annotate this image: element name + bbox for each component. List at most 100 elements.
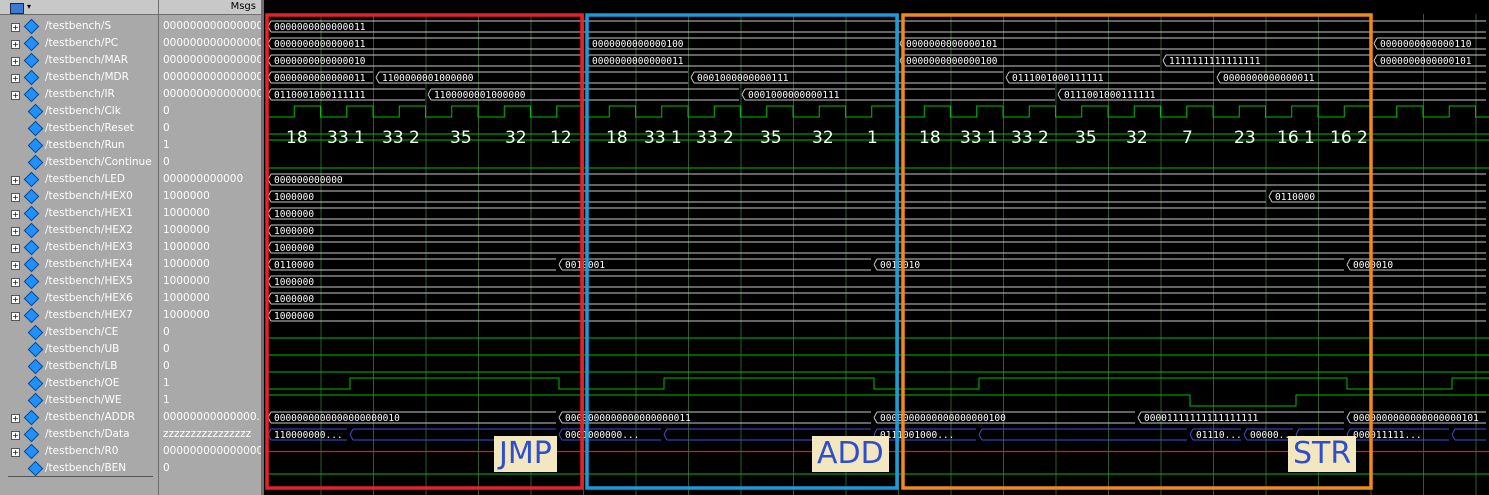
expand-icon[interactable]: + [11, 414, 20, 423]
jmp-state-label: 12 [550, 128, 572, 148]
signal-value: 0 [163, 462, 170, 474]
signal-name: /testbench/LB [45, 360, 118, 372]
expand-icon[interactable]: + [11, 431, 20, 440]
signal-value: 1 [163, 394, 170, 406]
expand-icon[interactable]: + [11, 227, 20, 236]
signal-row[interactable]: + /testbench/HEX7 [0, 307, 158, 324]
waveform-canvas[interactable]: 0000000000000011 0000000000000011 00000000… [264, 0, 1489, 495]
signal-value: 0000000000000000 [163, 20, 263, 32]
signal-icon [23, 256, 40, 273]
expand-icon[interactable]: + [11, 448, 20, 457]
bus-value: 0000000000000011 [1223, 73, 1315, 84]
expand-icon[interactable]: + [11, 261, 20, 270]
bus-value: 00001111111111111111 [1144, 413, 1259, 424]
bus-transition [558, 411, 563, 424]
signal-name: /testbench/OE [45, 377, 120, 389]
signal-name-pane: ▾ + /testbench/S + /testbench/PC + /testbench… [0, 0, 158, 495]
bus-value: 0110000 [1275, 192, 1315, 203]
signal-row[interactable]: /testbench/UB [0, 341, 158, 358]
signal-row[interactable]: + /testbench/HEX3 [0, 239, 158, 256]
signal-row[interactable]: + /testbench/HEX5 [0, 273, 158, 290]
bus-transition [427, 88, 432, 101]
bus-transition [1189, 428, 1194, 441]
expand-icon[interactable]: + [11, 74, 20, 83]
signal-row[interactable]: + /testbench/HEX0 [0, 188, 158, 205]
add-state-label: 33 1 [644, 128, 682, 148]
signal-row[interactable]: + /testbench/PC [0, 35, 158, 52]
signal-name: /testbench/HEX4 [45, 258, 133, 270]
signal-value: 1 [163, 377, 170, 389]
signal-icon [23, 205, 40, 222]
signal-row[interactable]: + /testbench/ADDR [0, 409, 158, 426]
str-state-label: 35 [1075, 128, 1097, 148]
expand-icon[interactable]: + [11, 193, 20, 202]
signal-row[interactable]: + /testbench/HEX6 [0, 290, 158, 307]
signal-row[interactable]: /testbench/CE [0, 324, 158, 341]
bus-transition [690, 71, 695, 84]
signal-name: /testbench/Clk [45, 105, 121, 117]
signal-row[interactable]: /testbench/Clk [0, 103, 158, 120]
expand-icon[interactable]: + [11, 176, 20, 185]
signal-name: /testbench/Run [45, 139, 125, 151]
add-state-label: 32 [812, 128, 834, 148]
bus-transition [663, 428, 668, 441]
signal-row[interactable]: + /testbench/R0 [0, 443, 158, 460]
expand-icon[interactable]: + [11, 91, 20, 100]
signal-value: 0000000000000000 [163, 71, 263, 83]
msgs-header: Msgs [159, 0, 262, 15]
expand-icon[interactable]: + [11, 57, 20, 66]
bus-value: 0000000000000101 [906, 39, 998, 50]
signal-row[interactable]: + /testbench/HEX1 [0, 205, 158, 222]
signal-row[interactable]: /testbench/LB [0, 358, 158, 375]
bus-value: 0001000000000111 [697, 73, 789, 84]
signal-row[interactable]: + /testbench/MAR [0, 52, 158, 69]
signal-name: /testbench/HEX5 [45, 275, 133, 287]
signal-value: 0 [163, 343, 170, 355]
signal-value: 1000000 [163, 224, 210, 236]
signal-row[interactable]: /testbench/Run [0, 137, 158, 154]
bus-transition [1373, 37, 1378, 50]
signal-icon [23, 171, 40, 188]
bus-value: 1000000 [274, 277, 314, 288]
signal-row[interactable]: + /testbench/LED [0, 171, 158, 188]
expand-icon[interactable]: + [11, 278, 20, 287]
chevron-down-icon[interactable]: ▾ [27, 0, 31, 14]
signal-row[interactable]: + /testbench/HEX2 [0, 222, 158, 239]
expand-icon[interactable]: + [11, 244, 20, 253]
signal-row[interactable]: /testbench/Reset [0, 120, 158, 137]
expand-icon[interactable]: + [11, 40, 20, 49]
expand-icon[interactable]: + [11, 295, 20, 304]
signal-value: 1000000 [163, 292, 210, 304]
signal-row[interactable]: /testbench/WE [0, 392, 158, 409]
signal-row[interactable]: /testbench/OE [0, 375, 158, 392]
signal-name: /testbench/MDR [45, 71, 129, 83]
bus-transition [978, 428, 983, 441]
signal-row[interactable]: + /testbench/MDR [0, 69, 158, 86]
signal-row[interactable]: + /testbench/IR [0, 86, 158, 103]
signal-value: 1000000 [163, 275, 210, 287]
signal-row[interactable]: /testbench/BEN [0, 460, 158, 477]
bus-transition [1057, 88, 1062, 101]
signal-row[interactable]: + /testbench/S [0, 18, 158, 35]
signal-name: /testbench/WE [45, 394, 122, 406]
bus-value: 1000000 [274, 294, 314, 305]
signal-name: /testbench/HEX7 [45, 309, 133, 321]
signal-name: /testbench/LED [45, 173, 126, 185]
signal-row[interactable]: + /testbench/HEX4 [0, 256, 158, 273]
bus-value: 01110... [1196, 430, 1242, 441]
bus-value: 0000000000000010 [274, 56, 366, 67]
bus-transition [1216, 71, 1221, 84]
bus-value: 0000000000000011 [592, 56, 684, 67]
cursor-row[interactable] [8, 476, 153, 483]
signal-icon [23, 426, 40, 443]
expand-icon[interactable]: + [11, 312, 20, 321]
wave-color-icon[interactable] [10, 3, 24, 14]
expand-icon[interactable]: + [11, 210, 20, 219]
signal-row[interactable]: /testbench/Continue [0, 154, 158, 171]
signal-value: 0 [163, 326, 170, 338]
signal-name: /testbench/UB [45, 343, 120, 355]
signal-row[interactable]: + /testbench/Data [0, 426, 158, 443]
expand-icon[interactable]: + [11, 23, 20, 32]
bus-value: 0110001000111111 [274, 90, 366, 101]
signal-value: 0000000000000000 [163, 54, 263, 66]
